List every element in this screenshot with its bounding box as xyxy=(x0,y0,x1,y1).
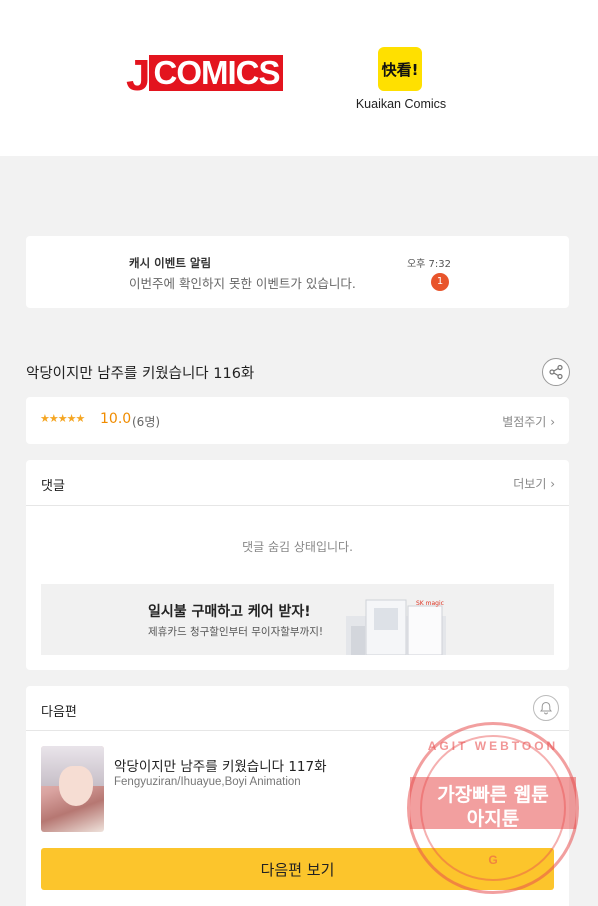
next-episode-authors: Fengyuziran/Ihuayue,Boyi Animation xyxy=(114,776,301,788)
rate-button-label: 별점주기 xyxy=(502,415,547,429)
comments-more-button[interactable]: 더보기 › xyxy=(513,475,555,492)
next-episode-heading: 다음편 xyxy=(41,705,77,720)
notice-message: 이번주에 확인하지 못한 이벤트가 있습니다. xyxy=(129,276,356,291)
bell-icon[interactable] xyxy=(533,695,559,721)
episode-title: 악당이지만 남주를 키웠습니다 116화 xyxy=(26,366,255,382)
comments-section: 댓글 더보기 › 댓글 숨김 상태입니다. 일시불 구매하고 케어 받자! 제휴… xyxy=(26,460,569,670)
ad-product-image: SK magic xyxy=(346,599,446,655)
ad-brand-mark: SK magic xyxy=(416,600,444,607)
rating-stars: ★★★★★ xyxy=(40,412,85,425)
chevron-right-icon: › xyxy=(550,477,555,491)
comments-heading: 댓글 xyxy=(41,479,65,494)
rating-count: (6명) xyxy=(132,415,161,429)
next-episode-title[interactable]: 악당이지만 남주를 키웠습니다 117화 xyxy=(114,755,327,775)
kuaikan-name: Kuaikan Comics xyxy=(355,97,447,111)
chevron-right-icon: › xyxy=(550,415,555,429)
next-episode-button[interactable]: 다음편 보기 xyxy=(41,848,554,890)
notice-time: 오후 7:32 xyxy=(406,259,451,270)
divider xyxy=(26,730,569,731)
app-header: J COMICS 快看! Kuaikan Comics xyxy=(0,0,598,156)
ad-subtext: 제휴카드 청구할인부터 무이자할부까지! xyxy=(148,626,324,638)
rating-bar: ★★★★★ 10.0 (6명) 별점주기 › xyxy=(26,397,569,444)
thumbnail-face xyxy=(59,766,93,806)
rating-score: 10.0 xyxy=(100,411,132,427)
jcomics-logo-j: J xyxy=(126,51,151,100)
rate-button[interactable]: 별점주기 › xyxy=(502,413,555,430)
kuaikan-logo[interactable]: 快看! xyxy=(378,47,422,91)
divider xyxy=(26,505,569,506)
comments-hidden-message: 댓글 숨김 상태입니다. xyxy=(242,540,353,554)
jcomics-logo[interactable]: J COMICS xyxy=(126,51,284,100)
comments-more-label: 더보기 xyxy=(513,477,547,491)
cash-event-notice[interactable]: 캐시 이벤트 알림 이번주에 확인하지 못한 이벤트가 있습니다. 오후 7:3… xyxy=(26,236,569,308)
next-episode-section: 다음편 악당이지만 남주를 키웠습니다 117화 Fengyuziran/Ihu… xyxy=(26,686,569,906)
jcomics-logo-comics: COMICS xyxy=(149,55,284,91)
notice-badge: 1 xyxy=(431,273,449,291)
share-icon[interactable] xyxy=(542,358,570,386)
notice-title: 캐시 이벤트 알림 xyxy=(129,256,212,270)
next-episode-thumbnail[interactable] xyxy=(41,746,104,832)
ad-banner[interactable]: 일시불 구매하고 케어 받자! 제휴카드 청구할인부터 무이자할부까지! SK … xyxy=(41,584,554,655)
ad-headline: 일시불 구매하고 케어 받자! xyxy=(148,604,311,620)
